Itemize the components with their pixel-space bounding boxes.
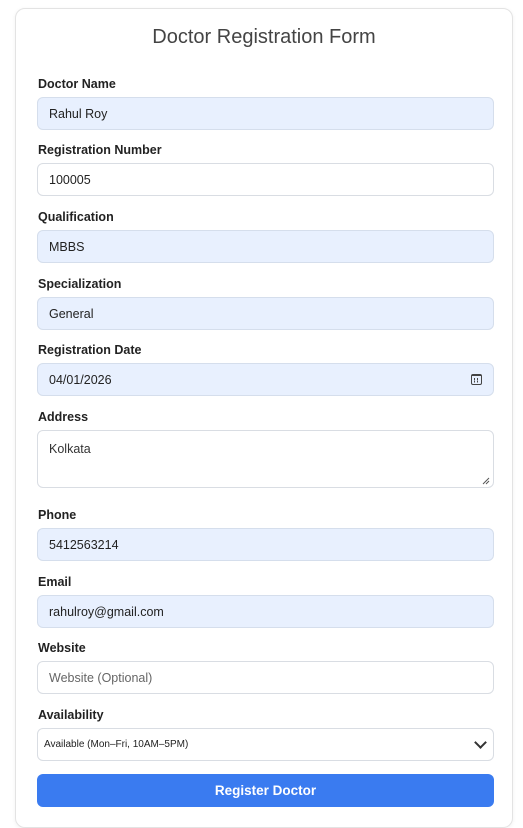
phone-input[interactable] [37,528,494,561]
calendar-icon[interactable] [471,374,482,385]
register-doctor-button[interactable]: Register Doctor [37,774,494,807]
doctor-name-label: Doctor Name [38,77,116,91]
availability-label: Availability [38,708,104,722]
qualification-input[interactable] [37,230,494,263]
availability-selected: Available (Mon–Fri, 10AM–5PM) [44,739,189,750]
resize-grip-icon[interactable] [482,477,490,485]
registration-form-card: Doctor Registration Form Doctor Name Reg… [15,8,513,828]
registration-date-input[interactable]: 04/01/2026 [37,363,494,396]
website-label: Website [38,641,86,655]
registration-number-input[interactable] [37,163,494,196]
website-input[interactable] [37,661,494,694]
email-label: Email [38,575,72,589]
registration-date-label: Registration Date [38,343,142,357]
doctor-name-input[interactable] [37,97,494,130]
registration-number-label: Registration Number [38,143,162,157]
address-label: Address [38,410,89,424]
chevron-down-icon [474,736,487,749]
registration-date-value: 04/01/2026 [49,372,112,387]
qualification-label: Qualification [38,210,114,224]
specialization-label: Specialization [38,277,122,291]
form-title: Doctor Registration Form [152,26,376,48]
address-textarea[interactable]: Kolkata [37,430,494,488]
availability-select[interactable]: Available (Mon–Fri, 10AM–5PM) [37,728,494,761]
email-input[interactable] [37,595,494,628]
specialization-input[interactable] [37,297,494,330]
phone-label: Phone [38,508,77,522]
